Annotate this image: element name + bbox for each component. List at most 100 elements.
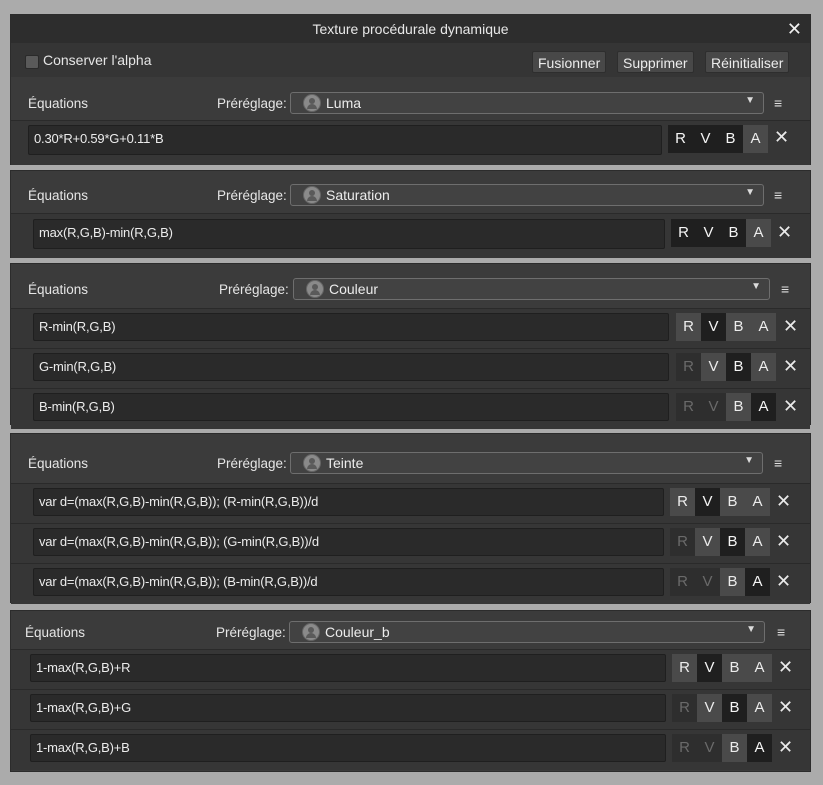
channel-a-toggle[interactable]: A <box>751 313 776 341</box>
channel-a-toggle[interactable]: A <box>745 488 770 516</box>
channel-b-toggle[interactable]: B <box>722 734 747 762</box>
equation-row: G-min(R,G,B) R V B A ✕ <box>11 348 810 389</box>
equation-input[interactable]: var d=(max(R,G,B)-min(R,G,B)); (B-min(R,… <box>33 568 664 596</box>
menu-icon[interactable]: ≡ <box>774 455 782 471</box>
menu-icon[interactable]: ≡ <box>777 624 785 640</box>
preset-value: Couleur_b <box>325 624 390 640</box>
close-icon[interactable]: ✕ <box>787 15 802 43</box>
preset-dropdown[interactable]: Saturation ▼ <box>290 184 764 206</box>
toolbar: Conserver l'alpha Fusionner Supprimer Ré… <box>11 43 810 77</box>
equation-input[interactable]: G-min(R,G,B) <box>33 353 669 381</box>
remove-equation-icon[interactable]: ✕ <box>778 653 793 681</box>
channel-b-toggle[interactable]: B <box>722 654 747 682</box>
equation-row: B-min(R,G,B) R V B A ✕ <box>11 388 810 429</box>
menu-icon[interactable]: ≡ <box>781 281 789 297</box>
remove-equation-icon[interactable]: ✕ <box>778 733 793 761</box>
equation-input[interactable]: R-min(R,G,B) <box>33 313 669 341</box>
equation-input[interactable]: 1-max(R,G,B)+B <box>30 734 666 762</box>
merge-button[interactable]: Fusionner <box>532 51 607 73</box>
channel-v-toggle[interactable]: V <box>701 353 726 381</box>
channel-a-toggle[interactable]: A <box>745 528 770 556</box>
menu-icon[interactable]: ≡ <box>774 187 782 203</box>
equation-input[interactable]: 1-max(R,G,B)+R <box>30 654 666 682</box>
remove-equation-icon[interactable]: ✕ <box>774 123 789 151</box>
channel-b-toggle[interactable]: B <box>726 393 751 421</box>
channel-b-toggle[interactable]: B <box>726 313 751 341</box>
channel-toggles: RVBA <box>670 488 770 516</box>
channel-a-toggle[interactable]: A <box>746 219 771 247</box>
channel-r-toggle[interactable]: R <box>671 219 696 247</box>
preset-label: Préréglage: <box>219 282 289 297</box>
channel-r-toggle[interactable]: R <box>670 568 695 596</box>
panel-luma: Texture procédurale dynamique ✕ Conserve… <box>10 14 811 165</box>
channel-r-toggle[interactable]: R <box>672 654 697 682</box>
remove-equation-icon[interactable]: ✕ <box>776 567 791 595</box>
channel-a-toggle[interactable]: A <box>745 568 770 596</box>
channel-v-toggle[interactable]: V <box>696 219 721 247</box>
channel-b-toggle[interactable]: B <box>718 125 743 153</box>
reset-button[interactable]: Réinitialiser <box>705 51 790 73</box>
channel-b-toggle[interactable]: B <box>720 528 745 556</box>
channel-r-toggle[interactable]: R <box>670 528 695 556</box>
preserve-alpha-checkbox[interactable] <box>25 55 39 69</box>
channel-b-toggle[interactable]: B <box>720 488 745 516</box>
equation-row: var d=(max(R,G,B)-min(R,G,B)); (R-min(R,… <box>11 483 810 524</box>
remove-equation-icon[interactable]: ✕ <box>776 487 791 515</box>
equation-input[interactable]: var d=(max(R,G,B)-min(R,G,B)); (G-min(R,… <box>33 528 664 556</box>
channel-v-toggle[interactable]: V <box>701 313 726 341</box>
channel-b-toggle[interactable]: B <box>722 694 747 722</box>
preset-dropdown[interactable]: Couleur_b ▼ <box>289 621 765 643</box>
channel-v-toggle[interactable]: V <box>697 694 722 722</box>
equation-input[interactable]: max(R,G,B)-min(R,G,B) <box>33 219 665 249</box>
channel-a-toggle[interactable]: A <box>747 734 772 762</box>
channel-v-toggle[interactable]: V <box>695 528 720 556</box>
preset-dropdown[interactable]: Couleur ▼ <box>293 278 770 300</box>
delete-button[interactable]: Supprimer <box>617 51 694 73</box>
remove-equation-icon[interactable]: ✕ <box>783 392 798 420</box>
channel-r-toggle[interactable]: R <box>672 694 697 722</box>
preset-label: Préréglage: <box>217 456 287 471</box>
user-preset-icon <box>306 280 324 298</box>
menu-icon[interactable]: ≡ <box>774 95 782 111</box>
channel-v-toggle[interactable]: V <box>697 654 722 682</box>
channel-b-toggle[interactable]: B <box>720 568 745 596</box>
equations-label: Équations <box>28 282 89 297</box>
channel-v-toggle[interactable]: V <box>695 488 720 516</box>
channel-r-toggle[interactable]: R <box>672 734 697 762</box>
channel-a-toggle[interactable]: A <box>747 694 772 722</box>
channel-toggles: RVBA <box>676 313 776 341</box>
channel-r-toggle[interactable]: R <box>670 488 695 516</box>
remove-equation-icon[interactable]: ✕ <box>778 693 793 721</box>
equation-input[interactable]: 1-max(R,G,B)+G <box>30 694 666 722</box>
channel-a-toggle[interactable]: A <box>751 393 776 421</box>
preset-dropdown[interactable]: Luma ▼ <box>290 92 764 114</box>
equation-input[interactable]: var d=(max(R,G,B)-min(R,G,B)); (R-min(R,… <box>33 488 664 516</box>
channel-v-toggle[interactable]: V <box>695 568 720 596</box>
channel-a-toggle[interactable]: A <box>743 125 768 153</box>
channel-v-toggle[interactable]: V <box>693 125 718 153</box>
channel-r-toggle[interactable]: R <box>676 313 701 341</box>
remove-equation-icon[interactable]: ✕ <box>776 527 791 555</box>
channel-b-toggle[interactable]: B <box>726 353 751 381</box>
channel-toggles: RVBA <box>676 393 776 421</box>
channel-v-toggle[interactable]: V <box>697 734 722 762</box>
chevron-down-icon: ▼ <box>746 624 756 635</box>
channel-r-toggle[interactable]: R <box>668 125 693 153</box>
channel-toggles: RVBA <box>672 654 772 682</box>
preset-dropdown[interactable]: Teinte ▼ <box>290 452 763 474</box>
equation-input[interactable]: 0.30*R+0.59*G+0.11*B <box>28 125 662 155</box>
remove-equation-icon[interactable]: ✕ <box>777 218 792 246</box>
channel-v-toggle[interactable]: V <box>701 393 726 421</box>
channel-a-toggle[interactable]: A <box>747 654 772 682</box>
channel-r-toggle[interactable]: R <box>676 393 701 421</box>
channel-r-toggle[interactable]: R <box>676 353 701 381</box>
channel-toggles: RVBA <box>670 568 770 596</box>
equation-input[interactable]: B-min(R,G,B) <box>33 393 669 421</box>
preset-value: Saturation <box>326 187 390 203</box>
remove-equation-icon[interactable]: ✕ <box>783 352 798 380</box>
preset-label: Préréglage: <box>217 188 287 203</box>
preset-label: Préréglage: <box>217 96 287 111</box>
remove-equation-icon[interactable]: ✕ <box>783 312 798 340</box>
channel-b-toggle[interactable]: B <box>721 219 746 247</box>
channel-a-toggle[interactable]: A <box>751 353 776 381</box>
